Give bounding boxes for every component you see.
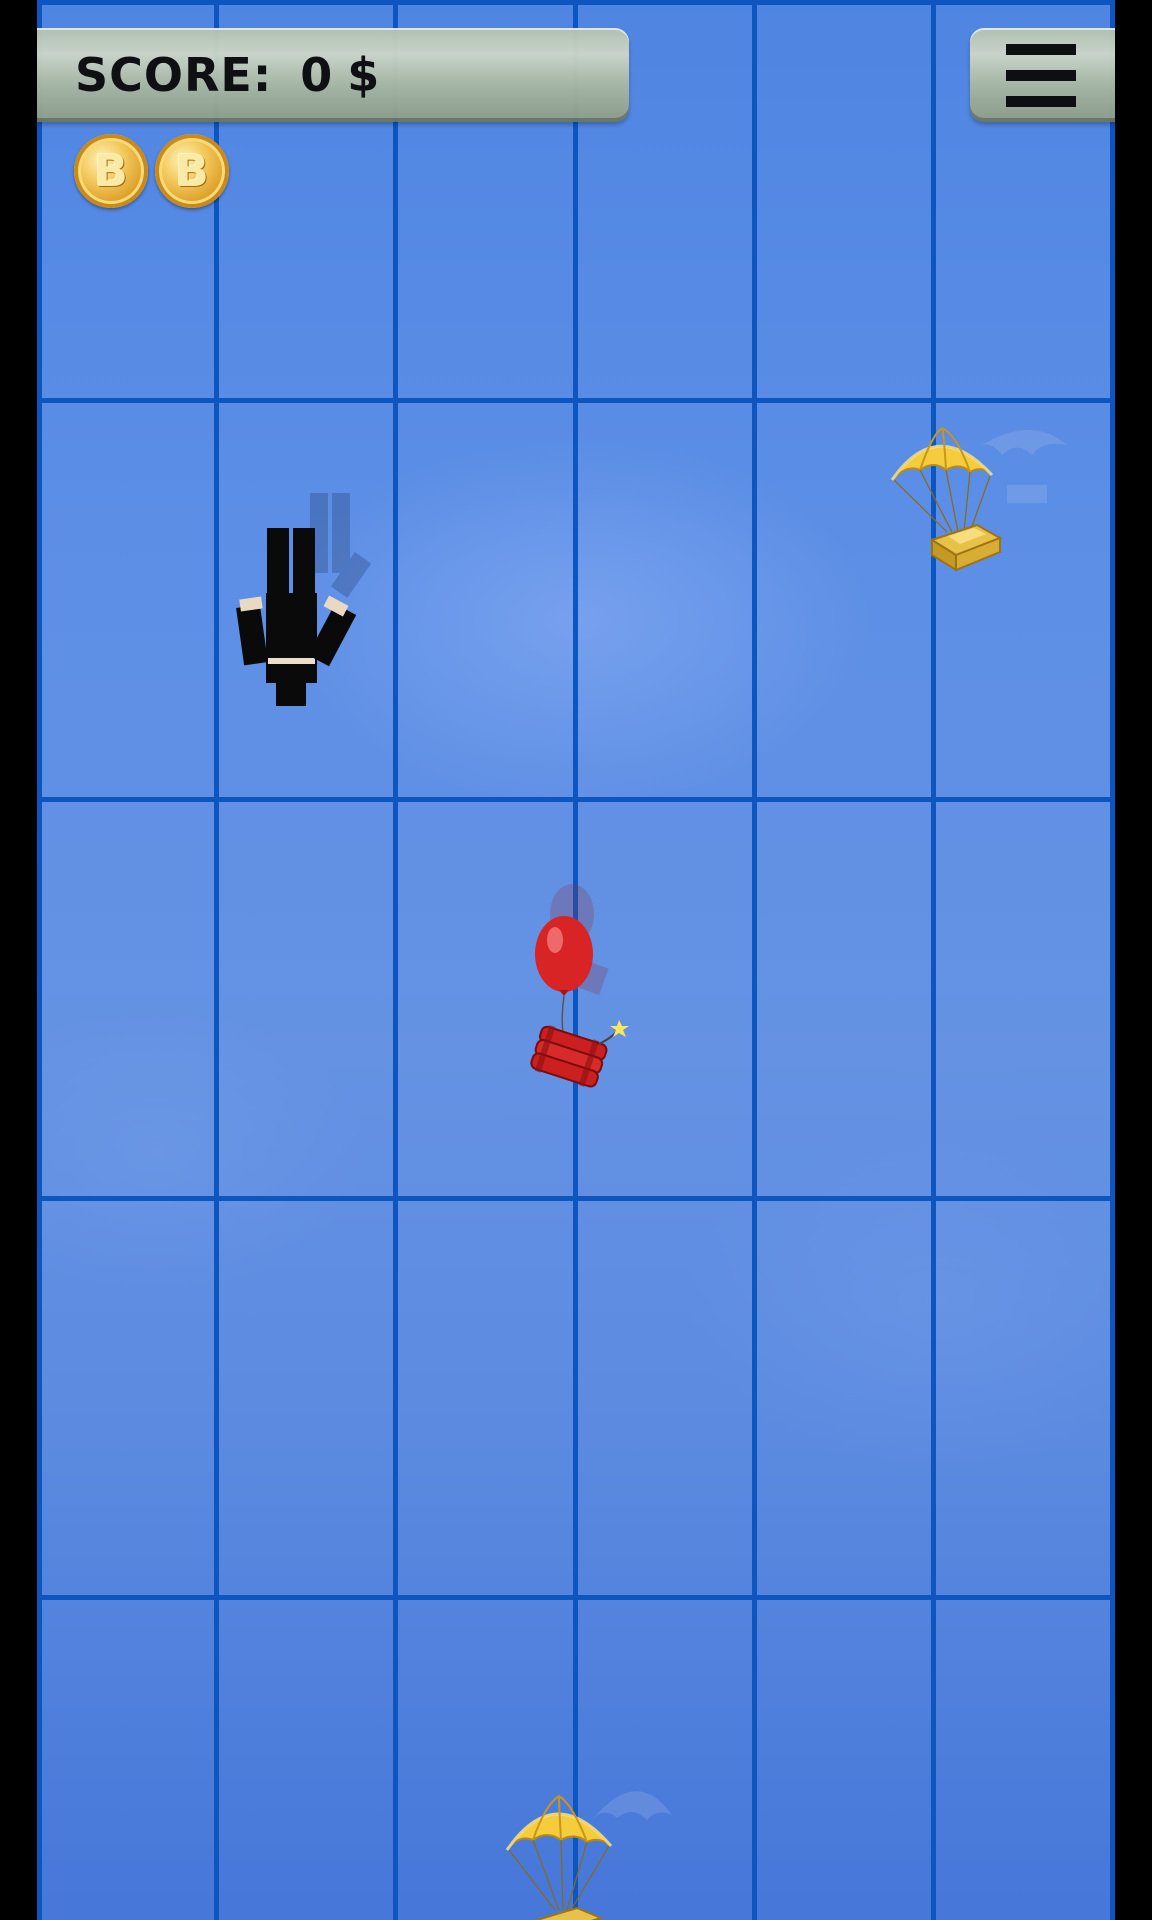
menu-button[interactable] xyxy=(970,28,1115,122)
grid-line xyxy=(752,0,757,1920)
gold-parachute-drop[interactable] xyxy=(497,1770,687,1920)
coin-symbol: B xyxy=(94,145,128,197)
bitcoin-coin-icon: B xyxy=(74,134,148,208)
score-value: 0 xyxy=(300,48,334,102)
balloon-dynamite-hazard[interactable] xyxy=(477,876,657,1096)
grid-line xyxy=(37,797,1115,802)
grid-line xyxy=(37,1595,1115,1600)
score-currency: $ xyxy=(347,48,380,102)
grid-line xyxy=(37,0,42,1920)
grid-line xyxy=(393,0,398,1920)
skydiver-player[interactable] xyxy=(230,488,430,718)
game-screen[interactable]: SCORE: 0 $ B B xyxy=(0,0,1152,1920)
grid-line xyxy=(37,1196,1115,1201)
sky-playfield[interactable] xyxy=(37,0,1115,1920)
score-panel: SCORE: 0 $ xyxy=(37,28,629,122)
grid-line xyxy=(1110,0,1115,1920)
hamburger-menu-icon xyxy=(1006,96,1076,107)
grid-line xyxy=(37,0,1115,5)
grid-line xyxy=(214,0,219,1920)
hamburger-menu-icon xyxy=(1006,70,1076,81)
grid-line xyxy=(931,0,936,1920)
hamburger-menu-icon xyxy=(1006,44,1076,55)
grid-line xyxy=(37,398,1115,403)
score-label: SCORE: xyxy=(75,48,273,102)
coin-symbol: B xyxy=(175,145,209,197)
gold-parachute-drop[interactable] xyxy=(882,410,1072,600)
bitcoin-coin-icon: B xyxy=(155,134,229,208)
